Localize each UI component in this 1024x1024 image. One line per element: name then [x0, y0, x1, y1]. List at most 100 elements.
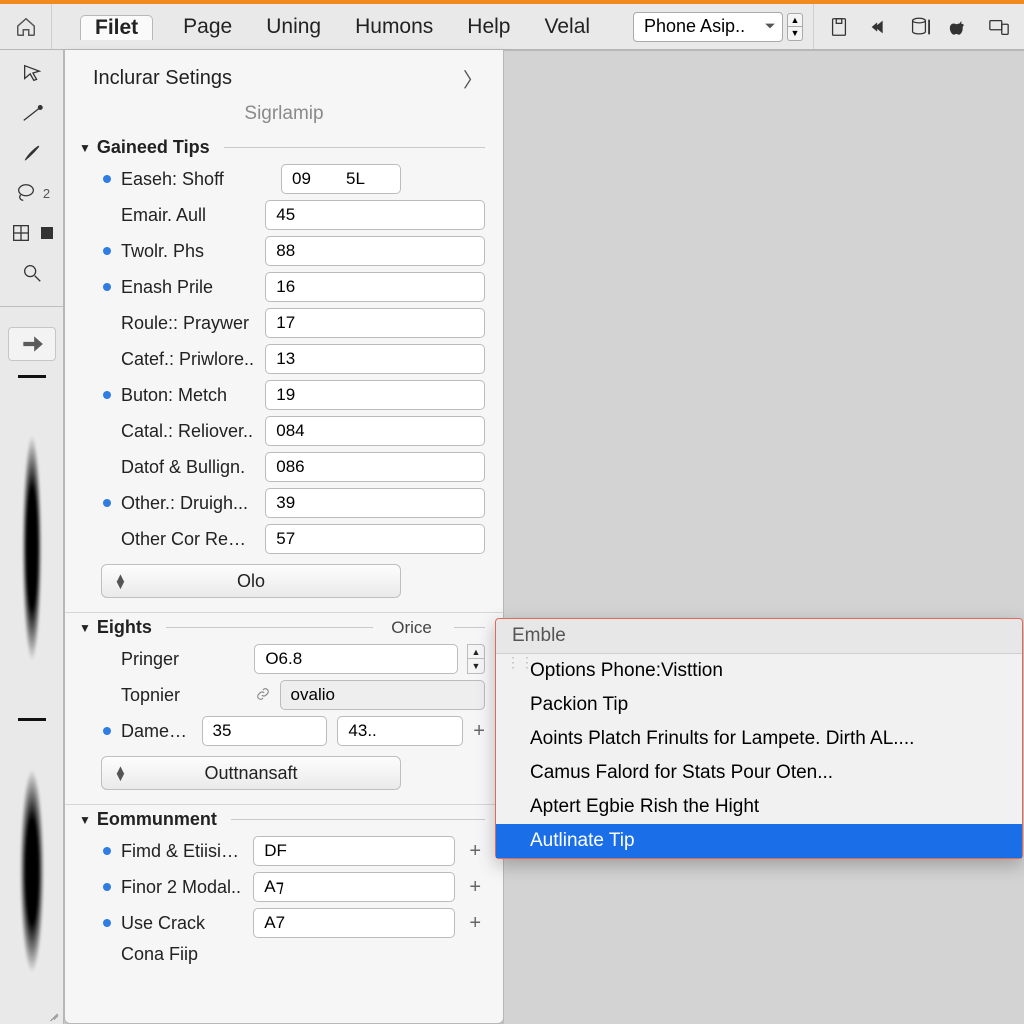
menu-help[interactable]: Help — [463, 14, 514, 39]
emble-submenu: Emble ⋮⋮ Options Phone:VisttionPackion T… — [495, 618, 1023, 859]
menu-bar: Filet Page Uning Humons Help Velal — [52, 14, 594, 39]
canvas-area[interactable] — [504, 50, 1024, 1024]
spinner[interactable]: ▲▼ — [467, 644, 485, 674]
value-field[interactable] — [265, 380, 485, 410]
swatch-tool[interactable] — [38, 220, 56, 246]
stepper-down-icon[interactable]: ▼ — [787, 27, 803, 41]
submenu-item[interactable]: Autlinate Tip — [496, 824, 1022, 858]
bullet-icon — [103, 499, 111, 507]
setting-row: Twolr. Phs — [79, 236, 485, 266]
menu-filet[interactable]: Filet — [80, 15, 153, 40]
value-field[interactable] — [253, 836, 455, 866]
value-field[interactable] — [265, 344, 485, 374]
value-field[interactable] — [253, 908, 455, 938]
brush-tool[interactable] — [19, 140, 45, 166]
section-title: Eommunment — [97, 809, 217, 830]
setting-row: Pringer▲▼ — [79, 644, 485, 674]
row-label: Use Crack — [121, 913, 243, 934]
sort-icon: ▲▼ — [114, 574, 127, 588]
value-field[interactable] — [265, 416, 485, 446]
dropdown-header-row[interactable]: Inclurar Setings 〉 — [65, 50, 503, 103]
setting-row: Topnier — [79, 680, 485, 710]
value-field[interactable] — [265, 308, 485, 338]
value-field[interactable] — [265, 272, 485, 302]
submenu-item[interactable]: Options Phone:Visttion — [496, 654, 1022, 688]
value-field[interactable] — [265, 488, 485, 518]
home-button[interactable] — [0, 4, 52, 49]
outtnansaft-button[interactable]: ▲▼ Outtnansaft — [101, 756, 401, 790]
setting-row: Cona Fiip — [79, 944, 485, 965]
submenu-item[interactable]: Camus Falord for Stats Pour Oten... — [496, 756, 1022, 790]
resize-handle-icon[interactable] — [47, 1008, 59, 1020]
value-field[interactable] — [265, 452, 485, 482]
brush-previews — [2, 375, 62, 1001]
plus-icon[interactable]: + — [465, 912, 485, 935]
button-label: Outtnansaft — [204, 763, 297, 784]
menu-humons[interactable]: Humons — [351, 14, 437, 39]
section-eommunment: ▼ Eommunment Fimd & Etiisigh...+Finor 2 … — [65, 804, 503, 975]
row-label: Emair. Aull — [121, 205, 255, 226]
disclosure-triangle-icon[interactable]: ▼ — [79, 141, 91, 155]
bullet-icon — [103, 283, 111, 291]
value-field[interactable] — [281, 164, 401, 194]
bullet-icon — [103, 319, 111, 327]
bullet-icon — [103, 691, 111, 699]
zoom-tool[interactable] — [19, 260, 45, 286]
devices-icon[interactable] — [988, 16, 1010, 38]
row-label: Buton: Metch — [121, 385, 255, 406]
bullet-icon — [103, 391, 111, 399]
toolbar-left: Filet Page Uning Humons Help Velal — [0, 4, 594, 49]
line-tool[interactable] — [19, 100, 45, 126]
submenu-item[interactable]: Packion Tip — [496, 688, 1022, 722]
forward-icon[interactable] — [868, 16, 890, 38]
menu-velal[interactable]: Velal — [541, 14, 595, 39]
row-label: Cona Fiip — [121, 944, 271, 965]
page-icon[interactable] — [828, 16, 850, 38]
device-select-label: Phone Asip.. — [644, 16, 745, 37]
bullet-icon — [103, 427, 111, 435]
lasso-tool[interactable] — [13, 180, 39, 206]
disclosure-triangle-icon[interactable]: ▼ — [79, 621, 91, 635]
next-button[interactable] — [8, 327, 56, 361]
apple-icon[interactable] — [948, 16, 970, 38]
menu-page[interactable]: Page — [179, 14, 236, 39]
link-icon[interactable] — [256, 685, 270, 706]
row-label: Catal.: Reliover.. — [121, 421, 255, 442]
toolbar-right-icons — [813, 4, 1024, 49]
chevron-right-icon: 〉 — [463, 64, 483, 93]
bullet-icon — [103, 883, 111, 891]
bullet-icon — [103, 919, 111, 927]
value-field[interactable] — [265, 236, 485, 266]
value-field[interactable] — [265, 200, 485, 230]
stepper-up-icon[interactable]: ▲ — [787, 13, 803, 27]
plus-icon[interactable]: + — [473, 720, 485, 743]
value-field[interactable] — [254, 644, 458, 674]
menu-uning[interactable]: Uning — [262, 14, 325, 39]
pointer-tool[interactable] — [19, 60, 45, 86]
cylinder-icon[interactable] — [908, 16, 930, 38]
bullet-icon — [103, 951, 111, 959]
value-field[interactable] — [265, 524, 485, 554]
olo-button[interactable]: ▲▼ Olo — [101, 564, 401, 598]
value-field[interactable] — [253, 872, 455, 902]
submenu-item[interactable]: Aptert Egbie Rish the Hight — [496, 790, 1022, 824]
section-extra-label: Orice — [391, 618, 432, 638]
plus-icon[interactable]: + — [465, 876, 485, 899]
top-toolbar: Filet Page Uning Humons Help Velal Phone Asip… — [0, 4, 1024, 50]
disclosure-triangle-icon[interactable]: ▼ — [79, 813, 91, 827]
value-field[interactable] — [337, 716, 463, 746]
device-select[interactable]: Phone Asip.. ▲ ▼ — [633, 4, 803, 49]
section-title: Gaineed Tips — [97, 137, 210, 158]
submenu-item[interactable]: Aoints Platch Frinults for Lampete. Dirt… — [496, 722, 1022, 756]
setting-row: Catef.: Priwlore.. — [79, 344, 485, 374]
bullet-icon — [103, 463, 111, 471]
value-field[interactable] — [202, 716, 328, 746]
row-label: Twolr. Phs — [121, 241, 255, 262]
plus-icon[interactable]: + — [465, 840, 485, 863]
bullet-icon — [103, 655, 111, 663]
button-label: Olo — [237, 571, 265, 592]
value-field[interactable] — [280, 680, 485, 710]
device-stepper[interactable]: ▲ ▼ — [787, 13, 803, 41]
sort-icon: ▲▼ — [114, 766, 127, 780]
grid-tool[interactable] — [8, 220, 34, 246]
